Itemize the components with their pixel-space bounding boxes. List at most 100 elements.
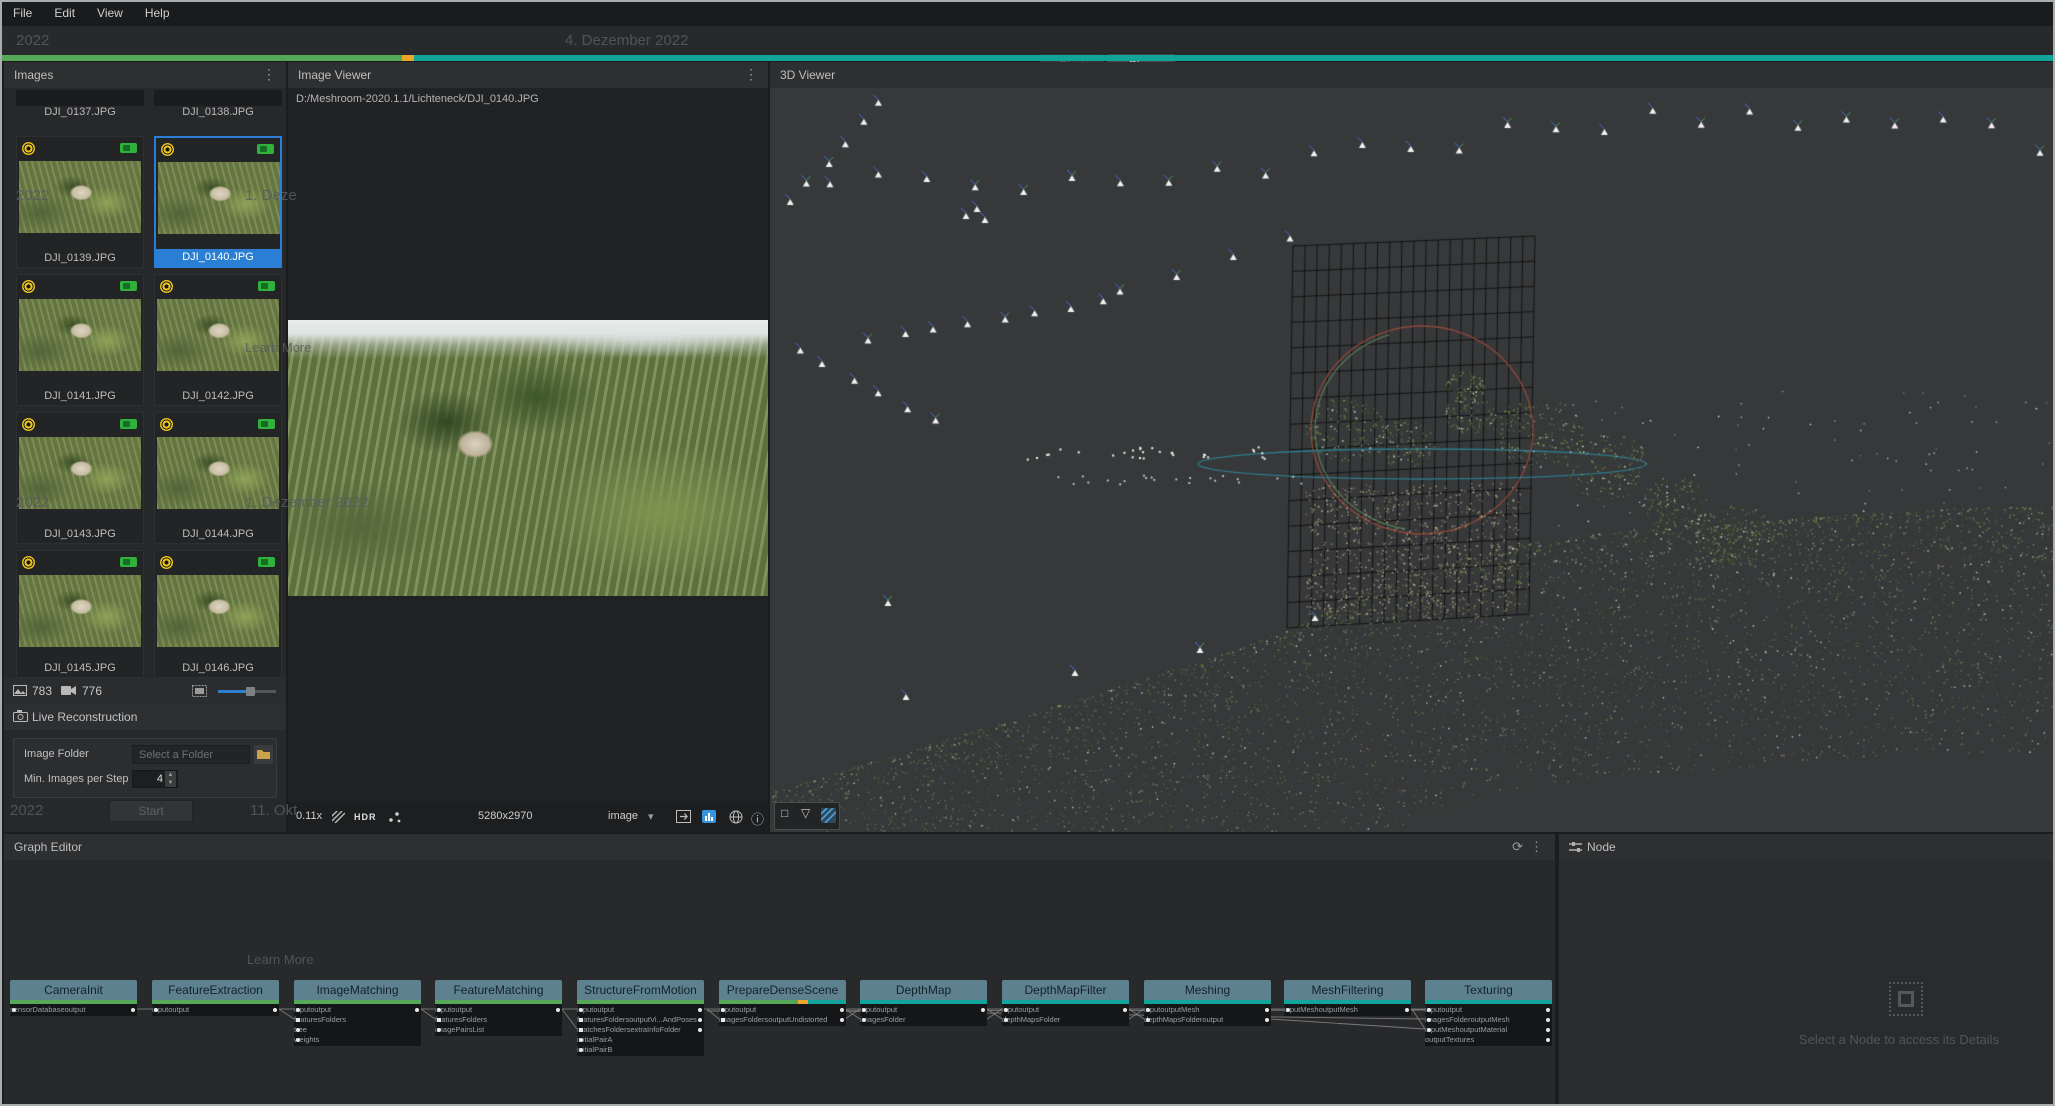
chevron-down-icon[interactable]: ▾ (648, 810, 654, 823)
graph-node-DepthMap[interactable]: DepthMapinputoutputimagesFolder (860, 980, 987, 1026)
image-folder-input[interactable]: Select a Folder (132, 745, 250, 764)
spin-up-icon[interactable]: ▲ (165, 771, 176, 779)
output-connector[interactable] (840, 1018, 844, 1022)
output-connector[interactable] (1546, 1018, 1550, 1022)
input-connector[interactable] (296, 1038, 300, 1042)
viewer-3d-viewport[interactable] (770, 88, 2055, 832)
thumbnail-DJI_0142.JPG[interactable]: DJI_0142.JPG (154, 274, 282, 406)
folder-icon (257, 749, 270, 759)
input-connector[interactable] (437, 1028, 441, 1032)
image-viewer-menu-icon[interactable]: ⋮ (744, 66, 758, 83)
thumbnail-DJI_0144.JPG[interactable]: DJI_0144.JPG (154, 412, 282, 544)
input-connector[interactable] (721, 1018, 725, 1022)
output-connector[interactable] (1405, 1008, 1409, 1012)
menu-view[interactable]: View (86, 2, 134, 24)
bbox-mode-icon[interactable]: □ (781, 806, 796, 821)
input-connector[interactable] (437, 1008, 441, 1012)
export-icon[interactable] (676, 810, 691, 823)
input-connector[interactable] (296, 1008, 300, 1012)
input-connector[interactable] (154, 1008, 158, 1012)
input-connector[interactable] (579, 1028, 583, 1032)
thumbnail-DJI_0141.JPG[interactable]: DJI_0141.JPG (16, 274, 144, 406)
node-title: DepthMap (860, 980, 987, 1000)
graph-node-MeshFiltering[interactable]: MeshFilteringinputMeshoutputMesh (1284, 980, 1411, 1016)
input-connector[interactable] (862, 1008, 866, 1012)
hdr-toggle[interactable]: HDR (354, 812, 377, 822)
graph-node-FeatureMatching[interactable]: FeatureMatchinginputoutputfeaturesFolder… (435, 980, 562, 1036)
input-connector[interactable] (1146, 1018, 1150, 1022)
input-connector[interactable] (579, 1048, 583, 1052)
output-connector[interactable] (1265, 1008, 1269, 1012)
output-connector[interactable] (1546, 1038, 1550, 1042)
thumbnail-partial[interactable] (16, 90, 144, 106)
thumbnail-DJI_0146.JPG[interactable]: DJI_0146.JPG (154, 550, 282, 678)
channel-select[interactable]: image (608, 810, 638, 822)
input-connector[interactable] (579, 1038, 583, 1042)
aerial-photo[interactable] (288, 320, 768, 596)
graph-node-Texturing[interactable]: TexturinginputoutputimagesFolderoutputMe… (1425, 980, 1552, 1046)
input-connector[interactable] (296, 1028, 300, 1032)
output-connector[interactable] (1546, 1028, 1550, 1032)
hatch-icon[interactable] (332, 811, 345, 823)
slider-handle[interactable] (246, 687, 255, 696)
output-connector[interactable] (556, 1008, 560, 1012)
output-connector[interactable] (1123, 1008, 1127, 1012)
menu-help[interactable]: Help (134, 2, 181, 24)
graph-node-Meshing[interactable]: MeshinginputoutputMeshdepthMapsFolderout… (1144, 980, 1271, 1026)
input-connector[interactable] (1427, 1028, 1431, 1032)
input-connector[interactable] (296, 1018, 300, 1022)
browse-folder-button[interactable] (254, 745, 273, 764)
input-connector[interactable] (1286, 1008, 1290, 1012)
graph-node-CameraInit[interactable]: CameraInitsensorDatabaseoutput (10, 980, 137, 1016)
histogram-icon[interactable] (702, 810, 716, 823)
thumbnail-size-slider[interactable] (218, 690, 276, 693)
input-connector[interactable] (721, 1008, 725, 1012)
refresh-icon[interactable]: ⟳ (1512, 839, 1523, 855)
graph-node-StructureFromMotion[interactable]: StructureFromMotioninputoutputfeaturesFo… (577, 980, 704, 1056)
live-reconstruction-start-button[interactable]: Start (109, 800, 193, 822)
images-menu-icon[interactable]: ⋮ (262, 66, 276, 83)
thumbnail-DJI_0143.JPG[interactable]: DJI_0143.JPG (16, 412, 144, 544)
input-connector[interactable] (862, 1018, 866, 1022)
graph-menu-icon[interactable]: ⋮ (1530, 839, 1543, 855)
attribute-row: depthMapsFolder (1002, 1015, 1129, 1025)
input-connector[interactable] (1427, 1008, 1431, 1012)
output-connector[interactable] (698, 1028, 702, 1032)
output-connector[interactable] (981, 1008, 985, 1012)
input-connector[interactable] (437, 1018, 441, 1022)
wireframe-mode-icon[interactable]: ▽ (801, 806, 816, 821)
input-connector[interactable] (1004, 1008, 1008, 1012)
status-segment (1002, 1000, 1129, 1004)
textured-mode-icon[interactable] (821, 808, 836, 823)
input-connector[interactable] (12, 1008, 16, 1012)
output-connector[interactable] (415, 1008, 419, 1012)
spin-down-icon[interactable]: ▼ (165, 779, 176, 787)
globe-icon[interactable] (729, 810, 743, 824)
correction-dots-icon[interactable] (388, 810, 402, 823)
output-connector[interactable] (840, 1008, 844, 1012)
menu-edit[interactable]: Edit (43, 2, 86, 24)
thumbnail-partial[interactable] (154, 90, 282, 106)
output-connector[interactable] (1265, 1018, 1269, 1022)
info-icon[interactable]: ⓘ (751, 809, 764, 828)
input-connector[interactable] (579, 1018, 583, 1022)
output-connector[interactable] (1546, 1008, 1550, 1012)
live-reconstruction-header[interactable]: Live Reconstruction (4, 704, 286, 730)
thumbnail-DJI_0139.JPG[interactable]: DJI_0139.JPG (16, 136, 144, 268)
input-connector[interactable] (579, 1008, 583, 1012)
min-images-stepper[interactable]: 4 ▲ ▼ (132, 770, 178, 788)
graph-node-DepthMapFilter[interactable]: DepthMapFilterinputoutputdepthMapsFolder (1002, 980, 1129, 1026)
menu-file[interactable]: File (2, 2, 43, 24)
graph-node-ImageMatching[interactable]: ImageMatchinginputoutputfeaturesFolderst… (294, 980, 421, 1046)
output-connector[interactable] (698, 1018, 702, 1022)
graph-node-PrepareDenseScene[interactable]: PrepareDenseSceneinputoutputimagesFolder… (719, 980, 846, 1026)
input-connector[interactable] (1427, 1018, 1431, 1022)
thumbnail-DJI_0145.JPG[interactable]: DJI_0145.JPG (16, 550, 144, 678)
input-connector[interactable] (1146, 1008, 1150, 1012)
output-connector[interactable] (131, 1008, 135, 1012)
graph-node-FeatureExtraction[interactable]: FeatureExtractioninputoutput (152, 980, 279, 1016)
thumbnail-DJI_0140.JPG[interactable]: DJI_0140.JPG (154, 136, 282, 268)
input-connector[interactable] (1004, 1018, 1008, 1022)
output-connector[interactable] (698, 1008, 702, 1012)
output-connector[interactable] (273, 1008, 277, 1012)
